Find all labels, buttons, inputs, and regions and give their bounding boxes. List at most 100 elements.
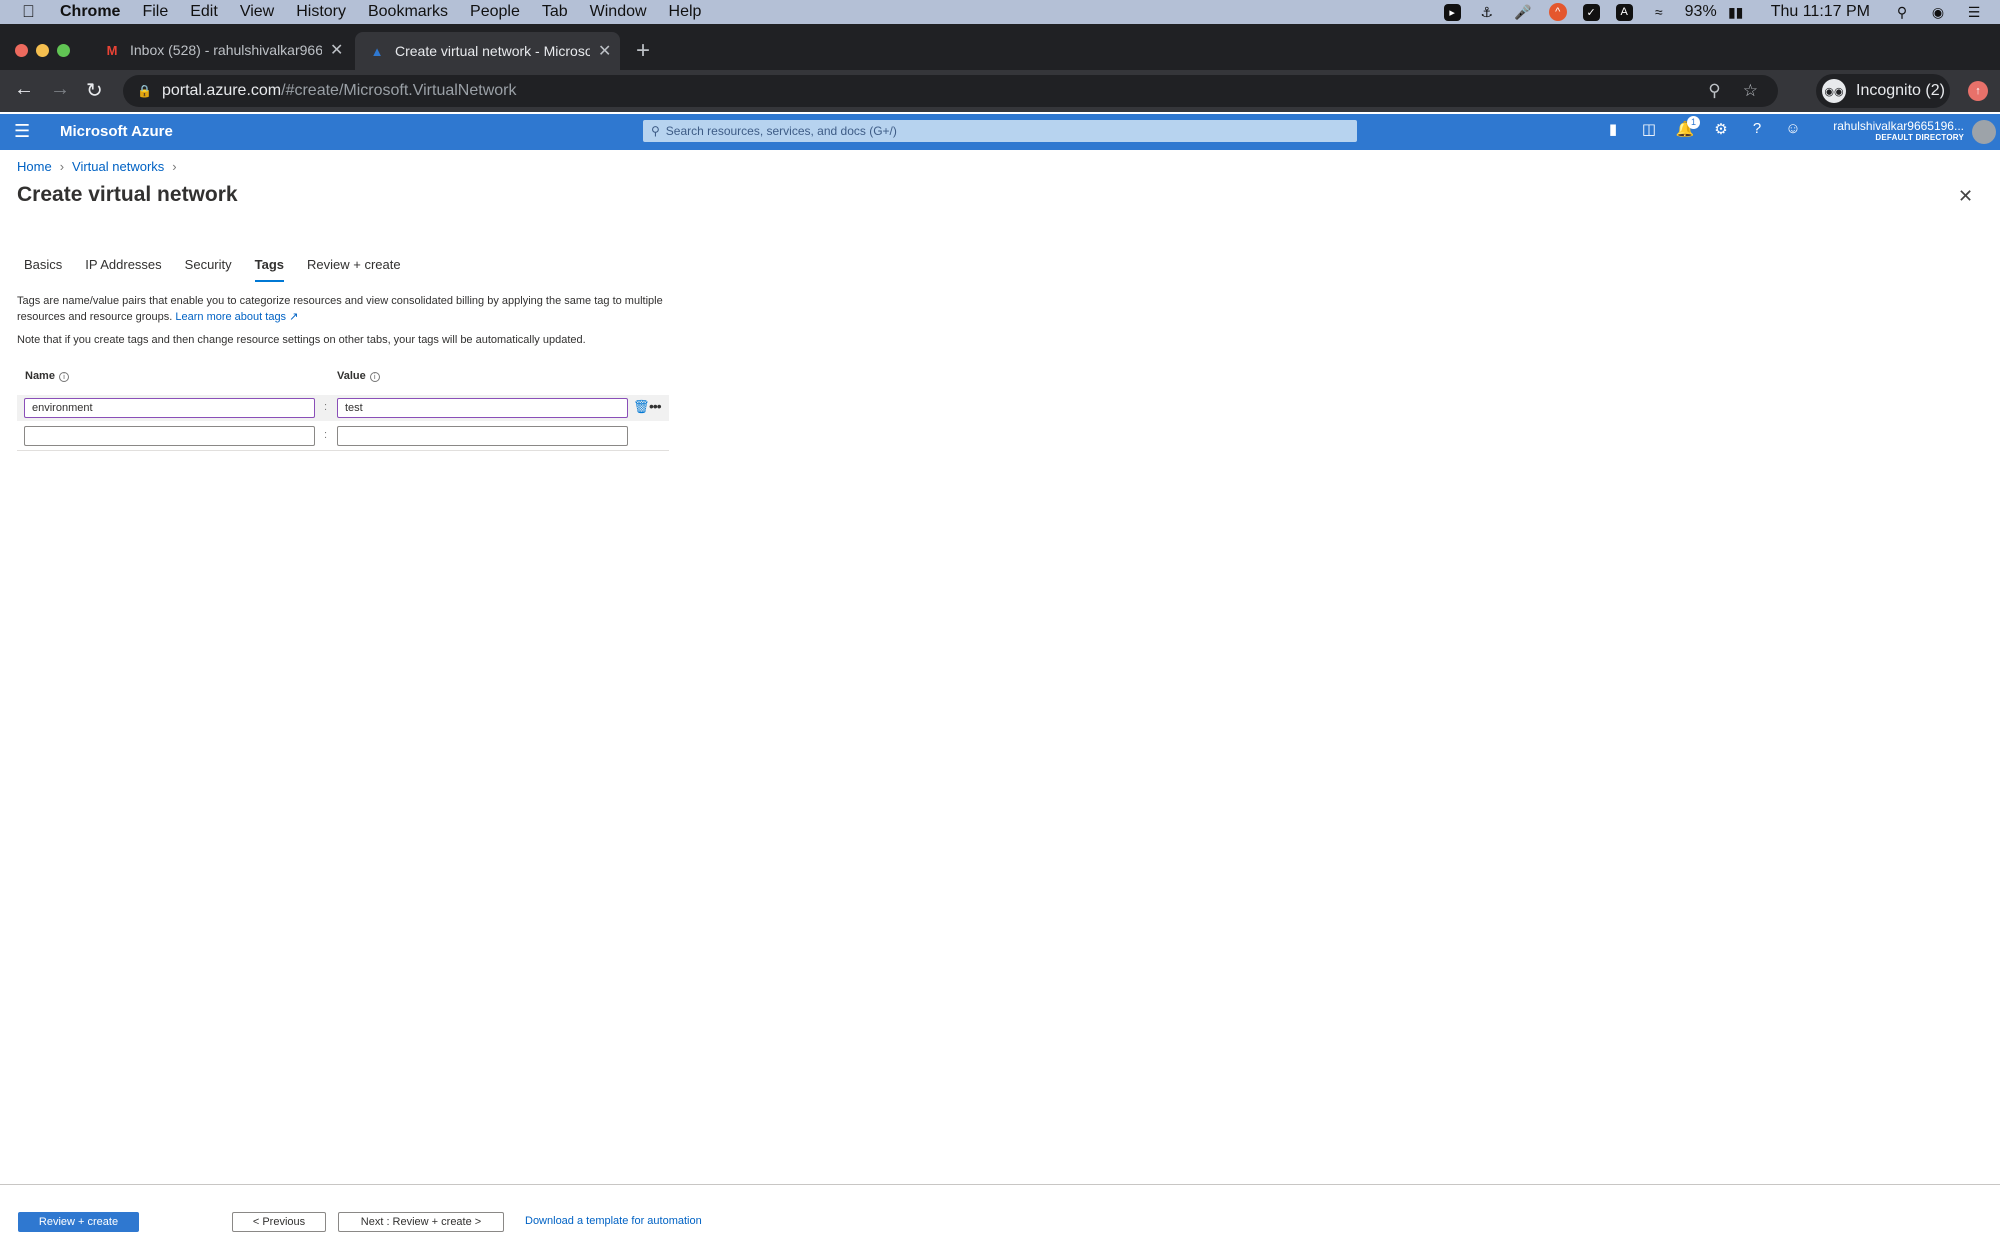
docker-icon[interactable]: ⚓ — [1477, 3, 1497, 21]
notification-badge: 1 — [1687, 116, 1700, 129]
control-center-icon[interactable]: ☰ — [1964, 3, 1984, 21]
menu-file[interactable]: File — [142, 3, 168, 21]
zoom-icon[interactable]: ▸ — [1443, 3, 1461, 21]
window-close-button[interactable] — [15, 44, 28, 57]
new-tab-button[interactable]: + — [636, 37, 650, 65]
tab-tags[interactable]: Tags — [254, 257, 285, 282]
cloud-shell-icon[interactable]: ▮ — [1595, 120, 1631, 138]
page-title: Create virtual network — [17, 183, 238, 206]
menu-app-name[interactable]: Chrome — [60, 3, 120, 21]
bookmark-star-icon[interactable]: ☆ — [1743, 81, 1758, 101]
close-blade-icon[interactable]: ✕ — [1958, 186, 1973, 207]
a-icon[interactable]: A — [1615, 3, 1633, 21]
address-bar[interactable]: 🔒 portal.azure.com/#create/Microsoft.Vir… — [123, 75, 1778, 107]
value-header-label: Value — [337, 370, 366, 382]
url-path: /#create/Microsoft.VirtualNetwork — [281, 82, 517, 99]
notifications-bell-icon[interactable]: 🔔 1 — [1667, 116, 1703, 138]
learn-more-link[interactable]: Learn more about tags ↗ — [175, 311, 298, 323]
url-host: portal.azure.com — [161, 82, 282, 99]
account-directory: DEFAULT DIRECTORY — [1875, 133, 1964, 142]
info-icon[interactable]: i — [58, 372, 69, 382]
more-options-icon[interactable]: ••• — [649, 398, 662, 414]
update-icon[interactable]: ↑ — [1968, 81, 1988, 101]
menu-history[interactable]: History — [296, 3, 346, 21]
microphone-icon[interactable]: 🎤 — [1513, 3, 1533, 21]
tag-separator: : — [324, 429, 328, 441]
spotlight-icon[interactable]: ⚲ — [1892, 3, 1912, 21]
menu-people[interactable]: People — [470, 3, 520, 21]
value-column-header: Value i — [337, 370, 380, 382]
name-header-label: Name — [25, 370, 55, 382]
back-icon[interactable]: ← — [14, 78, 34, 101]
account-username: rahulshivalkar9665196... — [1833, 119, 1964, 133]
close-tab-icon[interactable]: ✕ — [330, 40, 343, 60]
review-create-button[interactable]: Review + create — [18, 1212, 139, 1232]
azure-brand[interactable]: Microsoft Azure — [60, 123, 173, 140]
reload-icon[interactable]: ↻ — [86, 78, 103, 103]
orange-up-icon[interactable]: ^ — [1548, 3, 1567, 21]
settings-gear-icon[interactable]: ⚙ — [1703, 120, 1739, 138]
download-template-link[interactable]: Download a template for automation — [525, 1215, 702, 1227]
battery-percent: 93% — [1684, 3, 1717, 20]
incognito-profile-button[interactable]: ◉◉ Incognito (2) — [1816, 74, 1950, 108]
tab-title: Inbox (528) - rahulshivalkar966 — [130, 42, 322, 58]
delete-tag-icon[interactable]: 🗑 — [633, 399, 650, 415]
table-divider — [17, 450, 669, 451]
window-zoom-button[interactable] — [57, 44, 70, 57]
gmail-icon: M — [106, 42, 118, 58]
tab-basics[interactable]: Basics — [24, 257, 62, 282]
tag-name-input[interactable] — [24, 426, 315, 446]
tag-value-input[interactable] — [337, 398, 628, 418]
feedback-smiley-icon[interactable]: ☺ — [1775, 120, 1811, 138]
global-search-input[interactable]: ⚲ Search resources, services, and docs (… — [643, 120, 1357, 142]
menu-bookmarks[interactable]: Bookmarks — [368, 3, 448, 21]
learn-more-label: Learn more about tags — [175, 311, 287, 323]
hamburger-menu-icon[interactable]: ☰ — [14, 121, 30, 142]
browser-tab-azure[interactable]: ▲ Create virtual network - Microsoft Azu… — [355, 32, 620, 70]
info-icon[interactable]: i — [369, 372, 380, 382]
directory-filter-icon[interactable]: ◫ — [1631, 120, 1667, 138]
browser-toolbar: ← → ↻ 🔒 portal.azure.com/#create/Microso… — [0, 70, 2000, 112]
menu-edit[interactable]: Edit — [190, 3, 218, 21]
forward-icon[interactable]: → — [50, 78, 70, 101]
help-icon[interactable]: ? — [1739, 120, 1775, 138]
menu-tab[interactable]: Tab — [542, 3, 568, 21]
next-review-create-button[interactable]: Next : Review + create > — [338, 1212, 504, 1232]
search-placeholder: Search resources, services, and docs (G+… — [665, 124, 897, 138]
tags-description: Tags are name/value pairs that enable yo… — [17, 293, 677, 325]
clock[interactable]: Thu 11:17 PM — [1771, 3, 1870, 21]
menu-help[interactable]: Help — [669, 3, 702, 21]
name-column-header: Name i — [25, 370, 69, 382]
incognito-label: Incognito (2) — [1856, 82, 1945, 99]
apple-icon[interactable]:  — [22, 2, 40, 22]
wifi-icon[interactable]: ≈ — [1649, 3, 1669, 21]
tab-review-create[interactable]: Review + create — [307, 257, 401, 282]
tag-value-input[interactable] — [337, 426, 628, 446]
menu-window[interactable]: Window — [590, 3, 647, 21]
lock-icon: 🔒 — [137, 84, 152, 98]
close-tab-icon[interactable]: ✕ — [598, 41, 611, 61]
description-text: Tags are name/value pairs that enable yo… — [17, 295, 663, 323]
tab-ip-addresses[interactable]: IP Addresses — [85, 257, 161, 282]
account-menu[interactable]: rahulshivalkar9665196... DEFAULT DIRECTO… — [1833, 119, 1964, 142]
avatar[interactable] — [1972, 120, 1996, 144]
browser-tab-gmail[interactable]: M Inbox (528) - rahulshivalkar966 ✕ — [90, 32, 344, 68]
check-icon[interactable]: ✓ — [1582, 3, 1600, 21]
tag-separator: : — [324, 401, 328, 413]
battery-icon[interactable]: ▮▮ — [1723, 3, 1749, 21]
footer-divider — [0, 1184, 2000, 1185]
menu-view[interactable]: View — [240, 3, 274, 21]
search-icon: ⚲ — [651, 124, 660, 138]
window-minimize-button[interactable] — [36, 44, 49, 57]
breadcrumb-home[interactable]: Home — [17, 159, 52, 174]
breadcrumb-virtual-networks[interactable]: Virtual networks — [72, 159, 164, 174]
azure-top-bar: ☰ Microsoft Azure ⚲ Search resources, se… — [0, 114, 2000, 150]
tab-security[interactable]: Security — [185, 257, 232, 282]
zoom-page-icon[interactable]: ⚲ — [1708, 81, 1720, 101]
wizard-tabs: Basics IP Addresses Security Tags Review… — [24, 257, 424, 282]
breadcrumb: Home › Virtual networks › — [17, 159, 177, 174]
tag-name-input[interactable] — [24, 398, 315, 418]
siri-icon[interactable]: ◉ — [1928, 3, 1948, 21]
previous-button[interactable]: < Previous — [232, 1212, 326, 1232]
incognito-icon: ◉◉ — [1822, 79, 1846, 103]
